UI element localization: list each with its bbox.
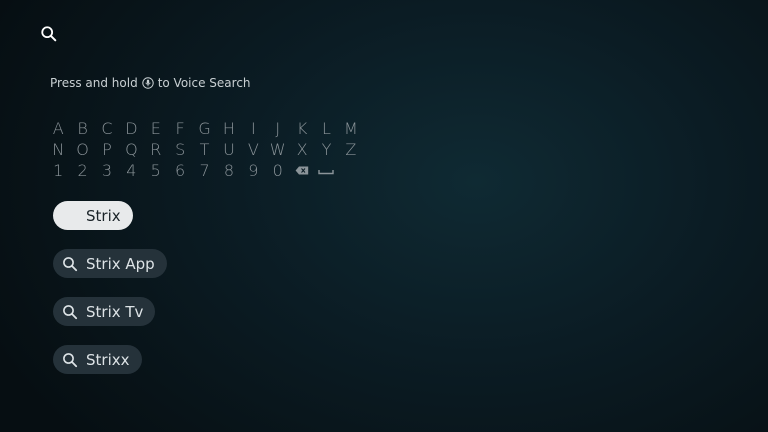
key-z[interactable]: Z	[339, 139, 363, 160]
search-icon[interactable]	[40, 25, 58, 43]
key-q[interactable]: Q	[119, 139, 143, 160]
key-g[interactable]: G	[192, 118, 216, 139]
key-d[interactable]: D	[119, 118, 143, 139]
key-n[interactable]: N	[46, 139, 70, 160]
suggestion-strix[interactable]: Strix	[53, 201, 133, 230]
key-o[interactable]: O	[70, 139, 94, 160]
suggestion-strix-tv[interactable]: Strix Tv	[53, 297, 156, 326]
key-3[interactable]: 3	[95, 160, 119, 181]
key-x[interactable]: X	[290, 139, 314, 160]
key-6[interactable]: 6	[168, 160, 192, 181]
key-p[interactable]: P	[95, 139, 119, 160]
search-icon	[63, 304, 78, 319]
on-screen-keyboard: A B C D E F G H I J K L M N O P Q R S T …	[46, 118, 363, 181]
suggestion-label: Strix	[86, 206, 121, 225]
key-v[interactable]: V	[241, 139, 265, 160]
voice-button-icon	[141, 77, 154, 89]
voice-search-hint: Press and hold to Voice Search	[50, 76, 251, 90]
key-1[interactable]: 1	[46, 160, 70, 181]
key-0[interactable]: 0	[266, 160, 290, 181]
key-7[interactable]: 7	[192, 160, 216, 181]
key-backspace[interactable]	[290, 160, 314, 181]
key-2[interactable]: 2	[70, 160, 94, 181]
keyboard-row-3: 1 2 3 4 5 6 7 8 9 0	[46, 160, 363, 181]
key-k[interactable]: K	[290, 118, 314, 139]
key-space[interactable]	[314, 160, 338, 181]
keyboard-row-2: N O P Q R S T U V W X Y Z	[46, 139, 363, 160]
key-h[interactable]: H	[217, 118, 241, 139]
key-e[interactable]: E	[144, 118, 168, 139]
hint-text-after: to Voice Search	[157, 76, 251, 90]
key-r[interactable]: R	[144, 139, 168, 160]
key-w[interactable]: W	[266, 139, 290, 160]
key-5[interactable]: 5	[144, 160, 168, 181]
key-t[interactable]: T	[192, 139, 216, 160]
key-i[interactable]: I	[241, 118, 265, 139]
search-icon	[63, 256, 78, 271]
key-j[interactable]: J	[266, 118, 290, 139]
key-m[interactable]: M	[339, 118, 363, 139]
key-f[interactable]: F	[168, 118, 192, 139]
key-b[interactable]: B	[70, 118, 94, 139]
keyboard-row-1: A B C D E F G H I J K L M	[46, 118, 363, 139]
key-8[interactable]: 8	[217, 160, 241, 181]
key-4[interactable]: 4	[119, 160, 143, 181]
key-a[interactable]: A	[46, 118, 70, 139]
key-c[interactable]: C	[95, 118, 119, 139]
suggestion-strixx[interactable]: Strixx	[53, 345, 142, 374]
backspace-icon	[295, 166, 309, 175]
key-u[interactable]: U	[217, 139, 241, 160]
suggestion-label: Strix Tv	[86, 302, 144, 321]
key-9[interactable]: 9	[241, 160, 265, 181]
search-icon	[63, 352, 78, 367]
suggestion-label: Strixx	[86, 350, 130, 369]
suggestion-strix-app[interactable]: Strix App	[53, 249, 167, 278]
suggestion-label: Strix App	[86, 254, 155, 273]
key-s[interactable]: S	[168, 139, 192, 160]
key-l[interactable]: L	[314, 118, 338, 139]
hint-text-before: Press and hold	[50, 76, 138, 90]
key-y[interactable]: Y	[314, 139, 338, 160]
space-icon	[318, 170, 335, 175]
